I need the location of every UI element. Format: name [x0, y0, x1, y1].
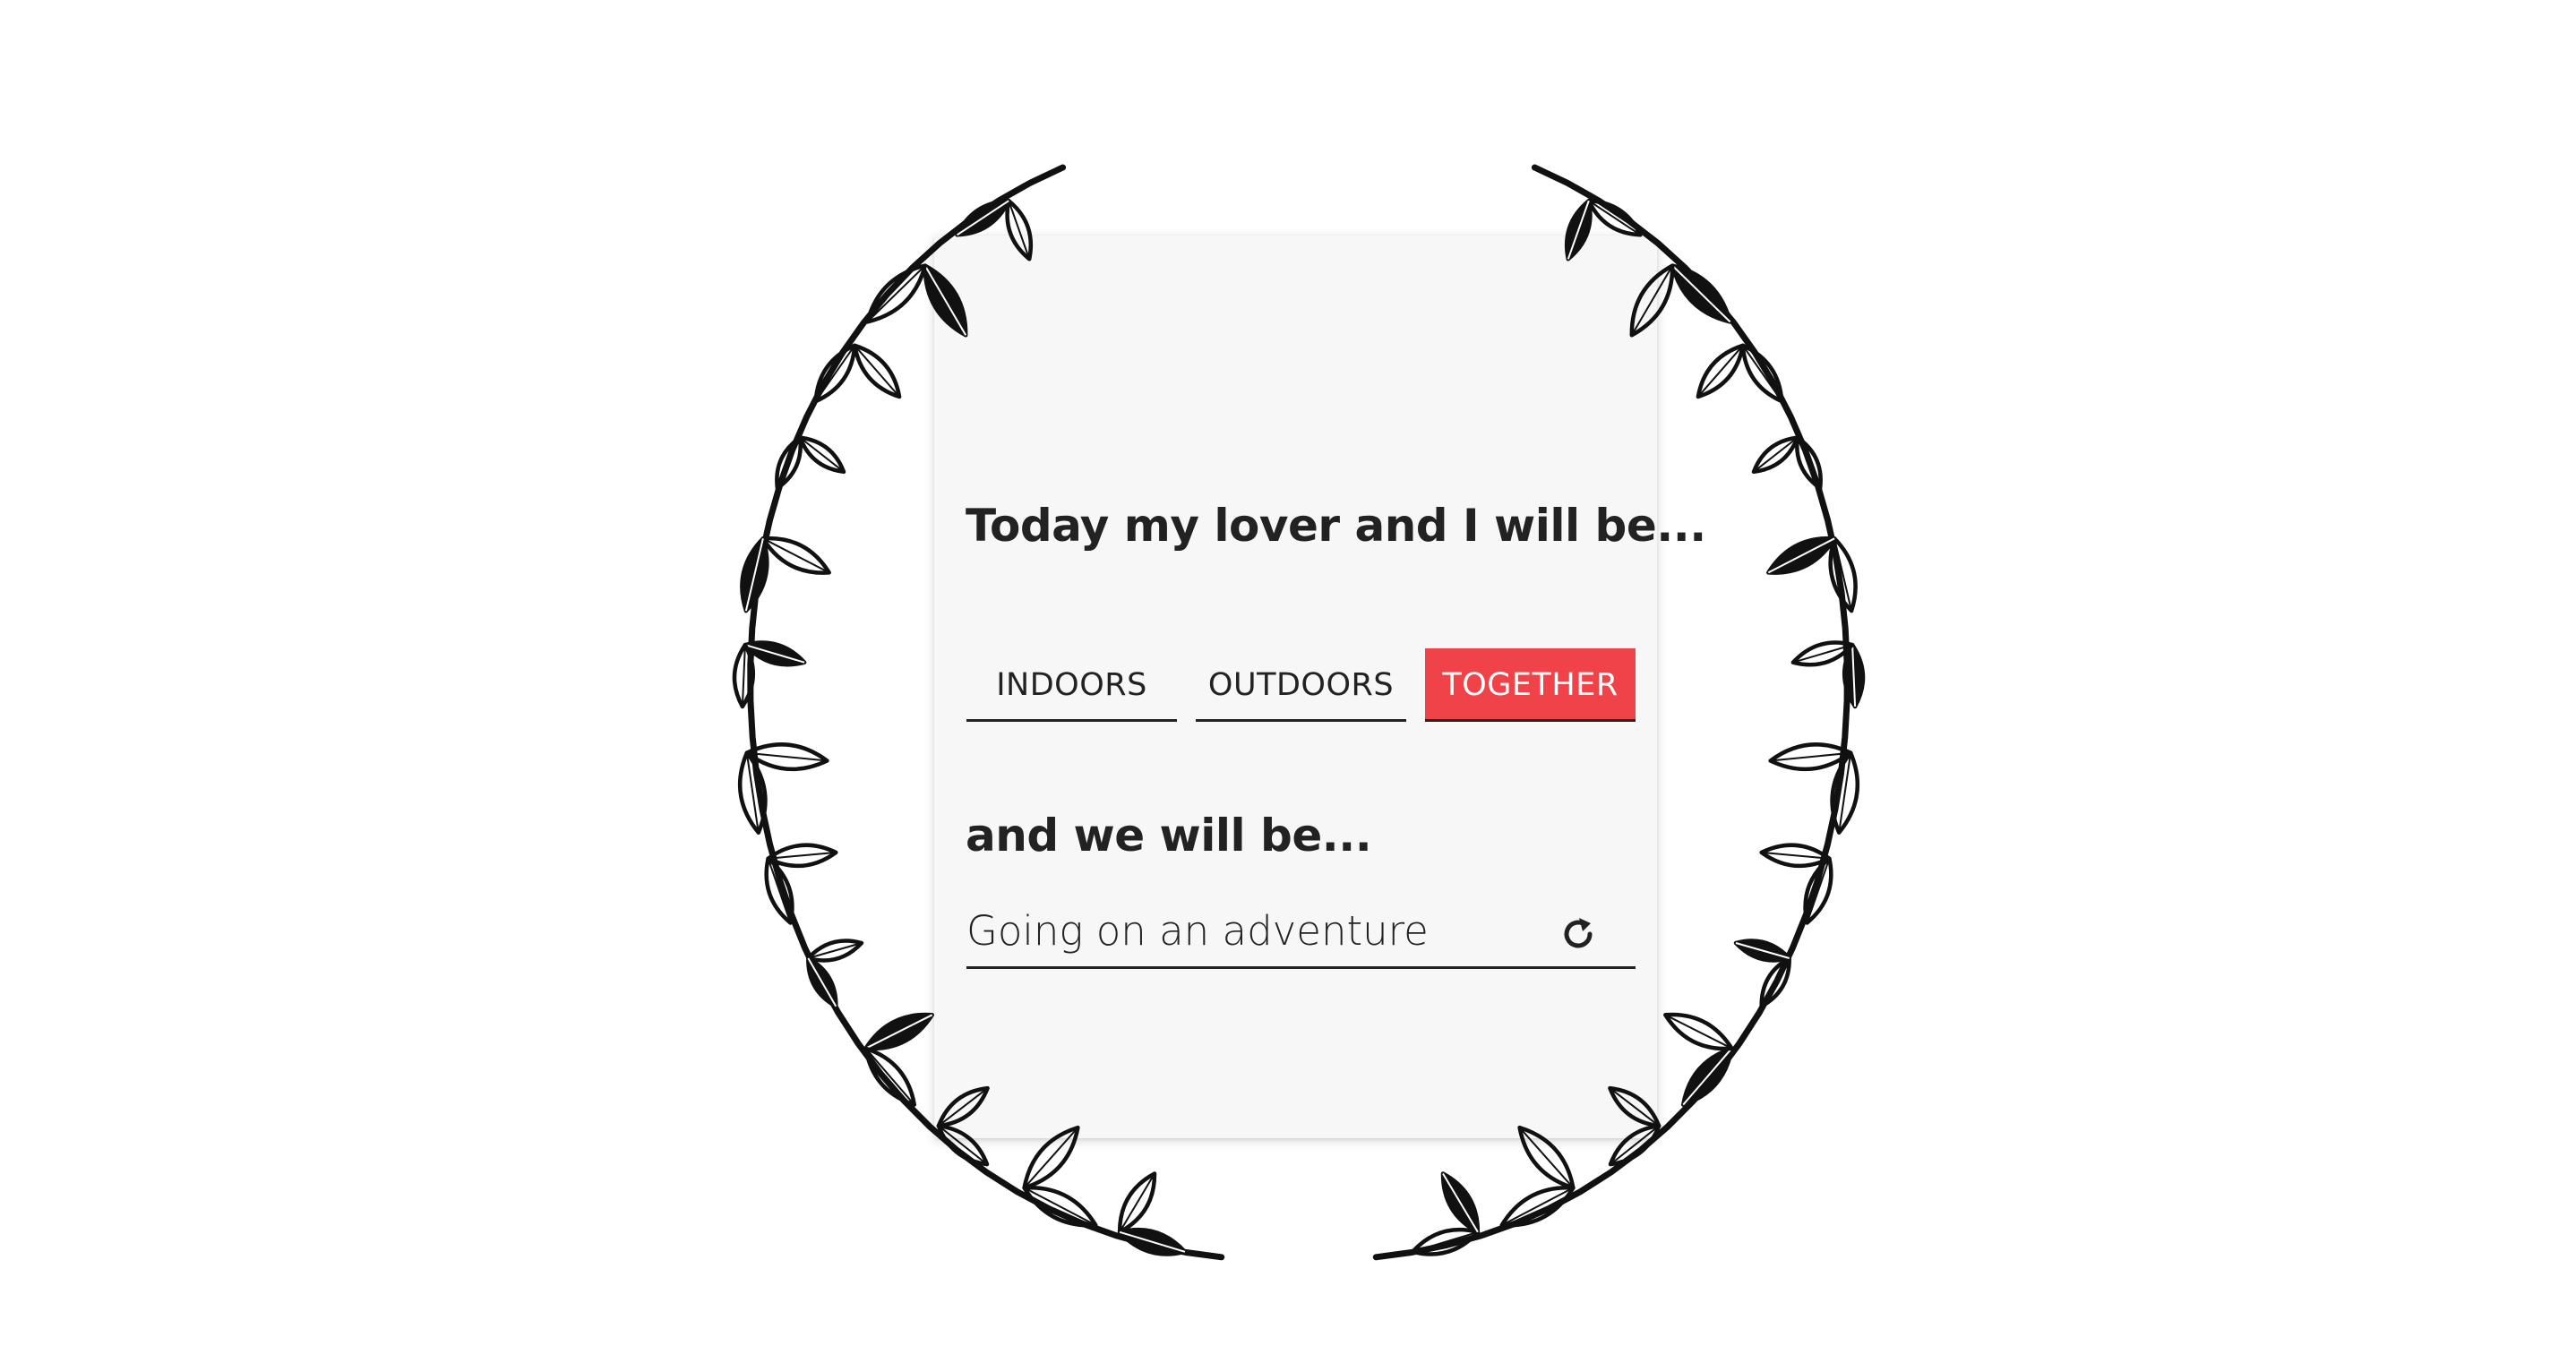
wreath-leaf-vein: [745, 752, 760, 833]
prompt-title: Today my lover and I will be...: [966, 500, 1706, 552]
wreath-leaf: [1842, 642, 1866, 709]
wreath-leaf-vein: [1770, 751, 1851, 762]
wreath-leaf-vein: [1119, 1230, 1186, 1253]
result-title: and we will be...: [966, 810, 1372, 862]
wreath-leaf: [813, 343, 857, 404]
wreath-leaf: [743, 640, 807, 667]
wreath-leaf-vein: [1664, 1014, 1732, 1050]
wreath-leaf: [1795, 435, 1823, 491]
wreath-leaf: [852, 343, 902, 399]
wreath-leaf-vein: [807, 957, 837, 1007]
wreath-leaf-vein: [1833, 538, 1853, 612]
refresh-icon[interactable]: [1557, 913, 1600, 956]
wreath-leaf-vein: [762, 537, 830, 574]
wreath-leaf: [1768, 742, 1853, 772]
wreath-leaf-vein: [814, 345, 856, 402]
wreath-leaf-vein: [1735, 942, 1790, 959]
wreath-leaf-vein: [1753, 436, 1799, 473]
wreath-leaf-vein: [865, 1014, 933, 1050]
page: Today my lover and I will be... INDOORS …: [0, 0, 2576, 1363]
wreath-leaf: [1117, 1227, 1188, 1256]
activity-text: Going on an adventure: [966, 907, 1429, 955]
wreath-leaf-vein: [1442, 1172, 1479, 1233]
wreath-leaf-vein: [864, 1048, 915, 1106]
wreath-leaf-vein: [1796, 437, 1822, 489]
wreath-leaf-vein: [866, 264, 926, 323]
tab-outdoors[interactable]: OUTDOORS: [1196, 648, 1406, 722]
wreath-leaf: [955, 198, 1011, 237]
wreath-leaf: [764, 856, 794, 925]
wreath-leaf: [1740, 343, 1784, 404]
wreath-leaf: [740, 536, 769, 613]
wreath-leaf: [1790, 640, 1855, 667]
wreath-leaf: [1828, 536, 1858, 613]
activity-field: Going on an adventure: [966, 900, 1636, 969]
wreath-leaf: [775, 435, 803, 491]
wreath-leaf: [1663, 1012, 1734, 1051]
wreath-leaf-vein: [741, 645, 746, 707]
wreath-leaf: [806, 956, 838, 1008]
wreath-leaf-vein: [1851, 645, 1857, 707]
wreath-leaf-vein: [767, 858, 792, 923]
wreath-leaf: [1410, 1227, 1481, 1256]
wreath-leaf-vein: [799, 436, 845, 473]
wreath-leaf: [732, 642, 756, 709]
wreath-leaf: [744, 742, 829, 772]
tab-indoors[interactable]: INDOORS: [966, 648, 1177, 722]
wreath-leaf-vein: [1806, 858, 1831, 923]
wreath-leaf: [1696, 343, 1746, 399]
wreath-leaf: [1759, 956, 1791, 1008]
wreath-leaf: [863, 1012, 934, 1051]
wreath-leaf: [1830, 750, 1860, 835]
wreath-leaf-vein: [1671, 264, 1731, 323]
wreath-leaf: [1117, 1171, 1157, 1235]
wreath-leaf-vein: [854, 345, 900, 398]
wreath-leaf-vein: [768, 851, 837, 860]
wreath-leaf-vein: [1024, 1187, 1096, 1226]
wreath-leaf: [1499, 1186, 1576, 1228]
tab-together[interactable]: TOGETHER: [1425, 648, 1636, 722]
wreath-leaf: [1759, 843, 1832, 869]
wreath-leaf: [737, 750, 768, 835]
wreath-leaf: [865, 263, 928, 324]
wreath-leaf: [1766, 536, 1837, 575]
wreath-leaf: [1670, 263, 1732, 324]
wreath-leaf-vein: [744, 644, 805, 664]
wreath-leaf: [1803, 856, 1833, 925]
wreath-leaf-vein: [1682, 1048, 1733, 1106]
wreath-leaf-vein: [1741, 345, 1783, 402]
wreath-leaf: [1680, 1046, 1734, 1107]
wreath-leaf: [766, 843, 838, 869]
wreath-leaf-vein: [1760, 957, 1790, 1007]
wreath-leaf-vein: [1761, 851, 1830, 860]
wreath-leaf: [760, 536, 831, 575]
wreath-leaf-vein: [744, 538, 764, 612]
wreath-leaf-vein: [776, 437, 802, 489]
wreath-leaf: [1440, 1171, 1481, 1235]
wreath-leaf: [863, 1046, 917, 1107]
wreath-leaf-vein: [808, 942, 863, 959]
wreath-leaf: [797, 435, 846, 475]
wreath-leaf-vein: [1119, 1172, 1155, 1233]
wreath-leaf-vein: [957, 200, 1009, 236]
wreath-leaf-vein: [1767, 537, 1835, 574]
wreath-leaf: [1751, 435, 1800, 475]
wreath-leaf-vein: [1792, 644, 1853, 664]
wreath-leaf-vein: [746, 751, 828, 762]
wreath-leaf: [806, 939, 864, 963]
wreath-leaf: [1022, 1186, 1098, 1228]
wreath-leaf-vein: [1697, 345, 1744, 398]
wreath-leaf-vein: [1412, 1230, 1479, 1253]
wreath-leaf-vein: [1501, 1187, 1574, 1226]
wreath-leaf-vein: [1838, 752, 1852, 833]
wreath-leaf: [1586, 198, 1643, 237]
wreath-leaf-vein: [1588, 200, 1641, 236]
wreath-leaf: [1733, 939, 1791, 963]
